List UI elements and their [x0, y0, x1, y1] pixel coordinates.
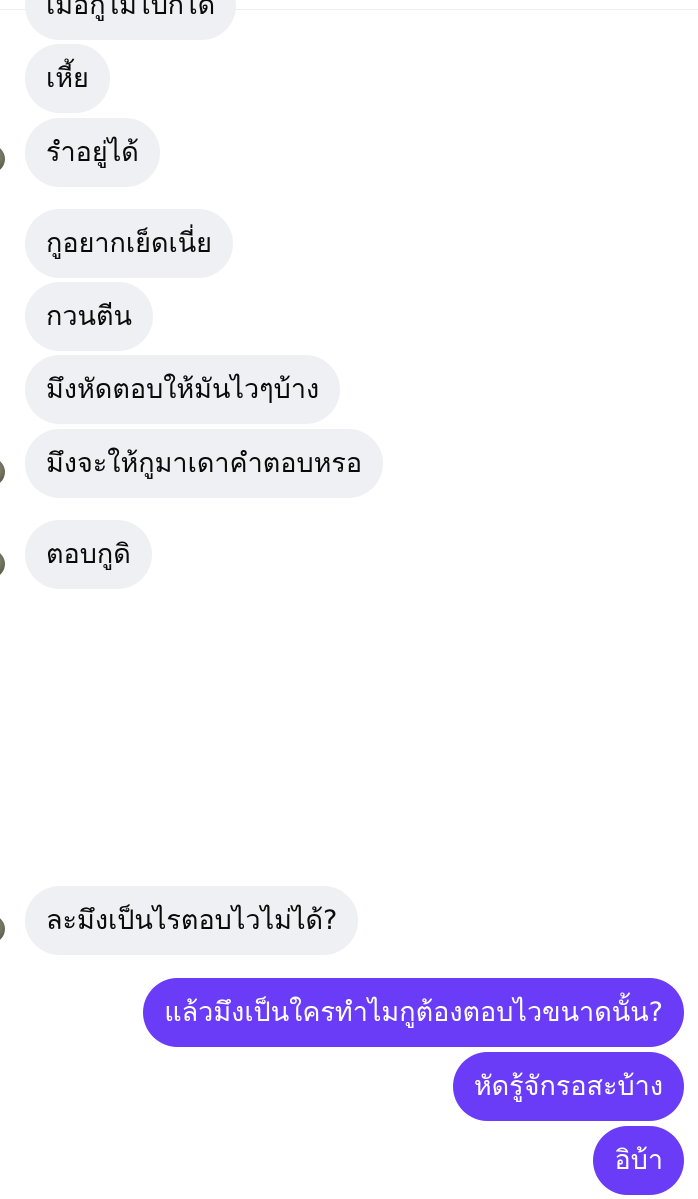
incoming-message-bubble[interactable]: กูอยากเย็ดเนี่ย: [25, 209, 233, 278]
incoming-message-bubble[interactable]: เมื่อกูไม่ไปก็ได้: [25, 0, 237, 40]
outgoing-message-bubble[interactable]: แล้วมึงเป็นใครทำไมกูต้องตอบไวขนาดนั้น?: [143, 978, 684, 1047]
contact-avatar-icon[interactable]: [0, 458, 5, 486]
contact-avatar-icon[interactable]: [0, 915, 5, 943]
incoming-message-bubble[interactable]: ละมึงเป็นไรตอบไวไม่ได้?: [25, 886, 359, 955]
incoming-message-bubble[interactable]: กวนตีน: [25, 282, 153, 351]
incoming-message-bubble[interactable]: มึงหัดตอบให้มันไวๆบ้าง: [25, 355, 341, 424]
outgoing-message-bubble[interactable]: อิบ้า: [593, 1126, 684, 1195]
contact-avatar-icon[interactable]: [0, 145, 5, 173]
outgoing-message-bubble[interactable]: หัดรู้จักรอสะบ้าง: [452, 1052, 684, 1121]
incoming-message-bubble[interactable]: เหี้ย: [25, 44, 110, 113]
contact-avatar-icon[interactable]: [0, 550, 5, 578]
incoming-message-bubble[interactable]: รำอยู่ได้: [25, 118, 160, 187]
incoming-message-bubble[interactable]: ตอบกูดิ: [25, 520, 152, 589]
incoming-message-bubble[interactable]: มึงจะให้กูมาเดาคำตอบหรอ: [25, 429, 384, 498]
